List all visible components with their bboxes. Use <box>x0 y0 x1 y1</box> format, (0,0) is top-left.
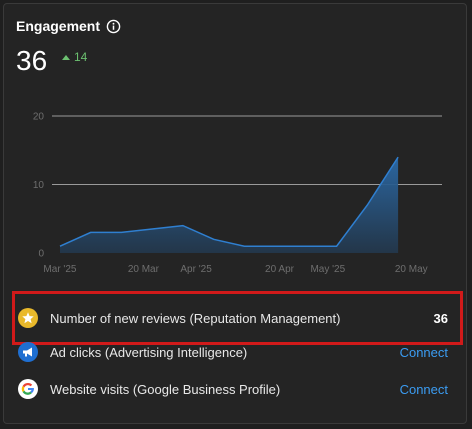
reviews-value: 36 <box>433 310 448 326</box>
card-title: Engagement <box>16 18 101 34</box>
engagement-delta: 14 <box>62 50 87 64</box>
star-icon <box>18 308 38 328</box>
list-item-new-reviews[interactable]: Number of new reviews (Reputation Manage… <box>18 308 448 328</box>
list-item-website-visits[interactable]: Website visits (Google Business Profile)… <box>18 379 448 399</box>
google-icon <box>18 379 38 399</box>
list-item-ad-clicks[interactable]: Ad clicks (Advertising Intelligence) Con… <box>18 342 448 362</box>
card-header: Engagement <box>16 18 121 34</box>
ad-clicks-label: Ad clicks (Advertising Intelligence) <box>50 344 248 360</box>
engagement-total: 36 <box>16 45 48 76</box>
up-arrow-icon <box>62 54 70 60</box>
reviews-label: Number of new reviews (Reputation Manage… <box>50 310 341 326</box>
website-visits-label: Website visits (Google Business Profile) <box>50 381 281 397</box>
info-icon[interactable] <box>106 19 121 34</box>
connect-ad-clicks-link[interactable]: Connect <box>400 345 448 360</box>
connect-website-visits-link[interactable]: Connect <box>400 382 448 397</box>
delta-value: 14 <box>74 50 88 64</box>
megaphone-icon <box>18 342 38 362</box>
